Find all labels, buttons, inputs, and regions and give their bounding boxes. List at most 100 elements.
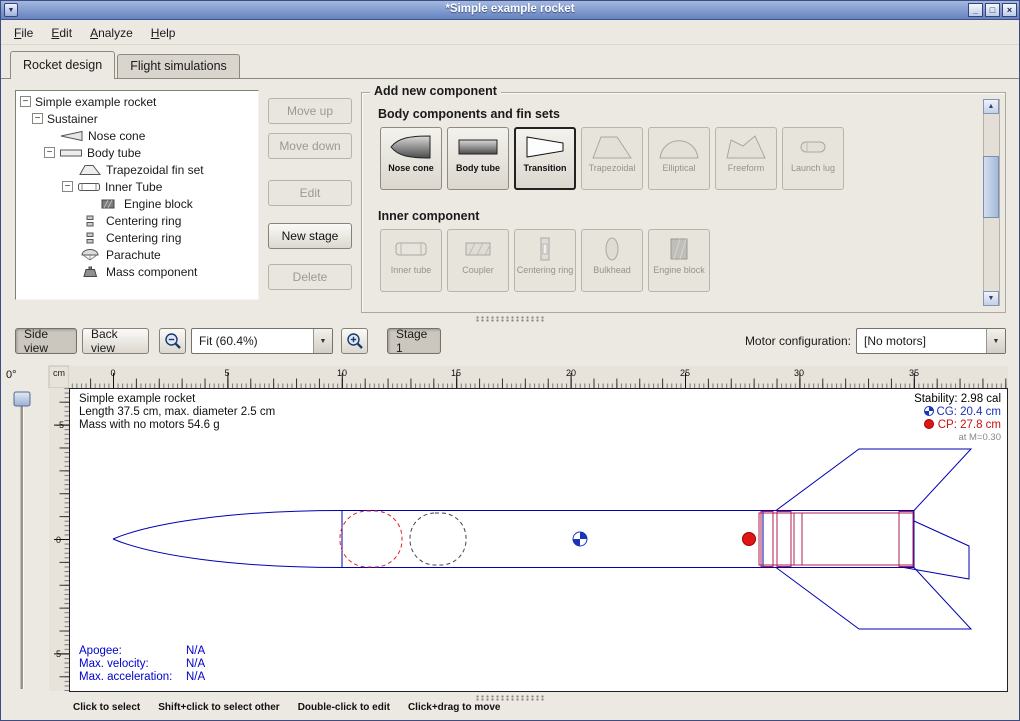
max-acceleration-value: N/A (186, 671, 206, 683)
rocket-mass-label: Mass with no motors 54.6 g (79, 419, 220, 431)
engine-block-icon (96, 198, 120, 210)
add-centering-ring-button[interactable]: Centering ring (514, 229, 576, 292)
expander-icon[interactable]: − (62, 181, 73, 192)
stage1-toggle-button[interactable]: Stage 1 (387, 328, 441, 354)
mach-label: at M=0.30 (958, 432, 1001, 443)
component-tree[interactable]: − Simple example rocket − Sustainer Nose… (15, 90, 259, 300)
menu-edit[interactable]: Edit (42, 23, 81, 43)
centering-ring-icon (78, 232, 102, 244)
tree-item-sustainer[interactable]: − Sustainer (16, 110, 258, 127)
trapezoidal-fin-icon (590, 131, 634, 162)
motor-configuration-label: Motor configuration: (745, 334, 851, 348)
inner-tube-icon (77, 181, 101, 193)
splitter-handle-icon[interactable] (475, 695, 545, 701)
titlebar[interactable]: ▼ *Simple example rocket _ □ × (1, 1, 1019, 20)
chevron-down-icon[interactable]: ▼ (313, 329, 332, 353)
stability-label: Stability: 2.98 cal (914, 393, 1001, 405)
zoom-in-button[interactable] (341, 328, 368, 354)
menu-analyze[interactable]: Analyze (81, 23, 142, 43)
tree-item-engine-block[interactable]: Engine block (16, 195, 258, 212)
h-tick-label: 15 (451, 368, 461, 378)
edit-button[interactable]: Edit (268, 180, 352, 206)
add-body-tube-button[interactable]: Body tube (447, 127, 509, 190)
bulkhead-icon (590, 233, 634, 264)
add-launch-lug-button[interactable]: Launch lug (782, 127, 844, 190)
splitter-handle-icon[interactable] (475, 316, 545, 322)
expander-icon[interactable]: − (20, 96, 31, 107)
hint-double-click: Double-click to edit (298, 702, 390, 713)
move-down-button[interactable]: Move down (268, 133, 352, 159)
motor-configuration-select[interactable]: [No motors] ▼ (856, 328, 1006, 354)
h-tick-label: 20 (566, 368, 576, 378)
scrollbar-thumb[interactable] (983, 156, 999, 218)
tree-item-label: Centering ring (106, 214, 181, 228)
status-hints: Click to select Shift+click to select ot… (73, 702, 500, 713)
close-button[interactable]: × (1002, 3, 1017, 17)
rocket-dimensions-label: Length 37.5 cm, max. diameter 2.5 cm (79, 406, 275, 418)
minimize-button[interactable]: _ (968, 3, 983, 17)
tree-item-mass-component[interactable]: Mass component (16, 263, 258, 280)
tree-item-centering-ring-1[interactable]: Centering ring (16, 212, 258, 229)
nose-cone-icon (389, 131, 433, 162)
add-inner-tube-button[interactable]: Inner tube (380, 229, 442, 292)
tree-item-label: Inner Tube (105, 180, 162, 194)
statusbar: Click to select Shift+click to select ot… (1, 695, 1019, 721)
tab-flight-simulations[interactable]: Flight simulations (117, 54, 240, 78)
component-scrollbar[interactable]: ▲ ▼ (983, 99, 1000, 306)
zoom-out-button[interactable] (159, 328, 186, 354)
add-trapezoidal-fin-button[interactable]: Trapezoidal (581, 127, 643, 190)
tree-item-label: Sustainer (47, 112, 98, 126)
v-tick-label: 0 (56, 535, 61, 545)
side-view-button[interactable]: Side view (15, 328, 77, 354)
add-coupler-button[interactable]: Coupler (447, 229, 509, 292)
inner-component-buttons: Inner tube Coupler Centering ring Bulkhe… (380, 229, 710, 292)
cp-legend-icon (925, 420, 934, 429)
menu-file[interactable]: File (5, 23, 42, 43)
zoom-out-icon (163, 331, 183, 351)
pane-splitter[interactable] (1, 315, 1019, 323)
h-tick-label: 10 (337, 368, 347, 378)
tree-item-centering-ring-2[interactable]: Centering ring (16, 229, 258, 246)
group-title: Add new component (370, 84, 501, 98)
add-elliptical-fin-button[interactable]: Elliptical (648, 127, 710, 190)
move-up-button[interactable]: Move up (268, 98, 352, 124)
body-tube-icon (59, 147, 83, 159)
elliptical-fin-icon (657, 131, 701, 162)
add-engine-block-button[interactable]: Engine block (648, 229, 710, 292)
expander-icon[interactable]: − (44, 147, 55, 158)
menu-help[interactable]: Help (142, 23, 185, 43)
add-nose-cone-button[interactable]: Nose cone (380, 127, 442, 190)
cp-marker (743, 533, 756, 546)
engine-block-icon (657, 233, 701, 264)
tree-item-parachute[interactable]: Parachute (16, 246, 258, 263)
h-tick-label: 25 (680, 368, 690, 378)
tab-rocket-design[interactable]: Rocket design (10, 51, 115, 79)
add-freeform-fin-button[interactable]: Freeform (715, 127, 777, 190)
tree-item-trapezoidal-fin-set[interactable]: Trapezoidal fin set (16, 161, 258, 178)
drawing-area[interactable] (70, 389, 1008, 692)
tree-item-nose-cone[interactable]: Nose cone (16, 127, 258, 144)
add-transition-button[interactable]: Transition (514, 127, 576, 190)
rocket-view-area: 0° cm 0 5 10 15 20 25 30 35 -5 0 5 (1, 361, 1019, 695)
new-stage-button[interactable]: New stage (268, 223, 352, 249)
window-title: *Simple example rocket (1, 3, 1019, 15)
zoom-in-icon (345, 331, 365, 351)
mass-component-icon (78, 266, 102, 278)
zoom-select[interactable]: Fit (60.4%) ▼ (191, 328, 333, 354)
max-velocity-label: Max. velocity: (79, 658, 149, 670)
rotation-slider-knob[interactable] (14, 392, 30, 406)
maximize-button[interactable]: □ (985, 3, 1000, 17)
add-bulkhead-button[interactable]: Bulkhead (581, 229, 643, 292)
tree-item-rocket[interactable]: − Simple example rocket (16, 93, 258, 110)
scroll-down-icon[interactable]: ▼ (983, 291, 999, 306)
tree-item-inner-tube[interactable]: − Inner Tube (16, 178, 258, 195)
delete-button[interactable]: Delete (268, 264, 352, 290)
h-tick-label: 30 (794, 368, 804, 378)
back-view-button[interactable]: Back view (82, 328, 149, 354)
expander-icon[interactable]: − (32, 113, 43, 124)
scroll-up-icon[interactable]: ▲ (983, 99, 999, 114)
cg-legend-icon (925, 407, 934, 416)
inner-component-label: Inner component (378, 209, 479, 223)
chevron-down-icon[interactable]: ▼ (986, 329, 1005, 353)
tree-item-body-tube[interactable]: − Body tube (16, 144, 258, 161)
